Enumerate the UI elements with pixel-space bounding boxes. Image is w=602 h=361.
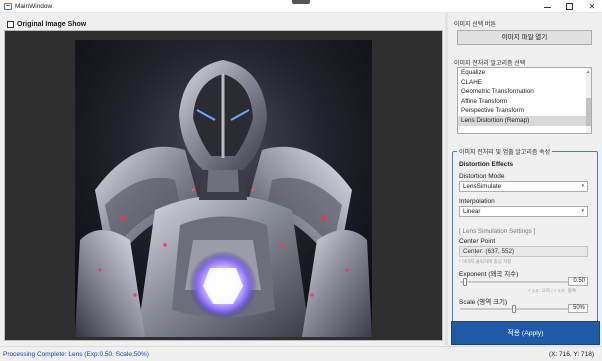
exponent-hint: < 1.0 : 오목 | > 1.0 : 볼록 <box>528 288 576 293</box>
properties-group-title: 이미지 전처리 및 업출 알고리즘 속성 <box>457 147 553 156</box>
scale-spinbox[interactable]: 50% <box>568 304 588 313</box>
minimize-button[interactable] <box>538 1 558 12</box>
distortion-mode-label: Distortion Mode <box>459 173 505 180</box>
lens-settings-title: [ Lens Simulation Settings ] <box>459 228 536 235</box>
distortion-section-title: Distortion Effects <box>459 161 514 168</box>
status-bar: Processing Complete: Lens (Exp:0.50, Sca… <box>0 346 602 361</box>
chevron-down-icon: ▾ <box>581 208 584 214</box>
maximize-button[interactable] <box>560 1 580 12</box>
image-select-group-title: 이미지 선택 버튼 <box>454 22 496 28</box>
interpolation-value: Linear <box>463 208 481 215</box>
scroll-up-icon[interactable]: ▲ <box>586 69 590 74</box>
algorithm-group-title: 이미지 전처리 알고리즘 선택 <box>454 61 526 67</box>
control-panel: 이미지 선택 버튼 이미지 파일 열기 이미지 전처리 알고리즘 선택 Equa… <box>450 15 600 345</box>
app-window-icon <box>4 3 12 10</box>
cursor-coordinates: (X: 716, Y: 718) <box>548 351 594 358</box>
list-item[interactable]: Geometric Transformation <box>458 87 591 97</box>
robot-image <box>75 40 372 337</box>
distortion-mode-select[interactable]: LensSimulate ▾ <box>459 181 588 192</box>
center-point-field: Center: (637, 552) <box>459 246 588 257</box>
algorithm-list[interactable]: Equalize CLAHE Geometric Transformation … <box>457 67 592 134</box>
scale-slider-handle[interactable] <box>512 305 516 313</box>
checkbox-box[interactable] <box>7 20 14 28</box>
center-point-label: Center Point <box>459 238 496 245</box>
list-item[interactable]: Perspective Transform <box>458 106 591 116</box>
panel-splitter[interactable] <box>445 13 448 345</box>
image-view-panel: Original Image Show <box>4 15 444 344</box>
processed-image[interactable] <box>75 40 372 337</box>
distortion-mode-value: LensSimulate <box>463 183 502 190</box>
open-image-button[interactable]: 이미지 파일 열기 <box>457 30 592 45</box>
maximize-icon <box>566 3 573 10</box>
list-item[interactable]: CLAHE <box>458 78 591 88</box>
exponent-slider-handle[interactable] <box>463 278 468 286</box>
exponent-spinbox[interactable]: 0.50 <box>568 277 588 286</box>
close-icon: ✕ <box>588 2 596 11</box>
list-item-selected[interactable]: Lens Distortion (Remap) <box>458 115 591 126</box>
interpolation-label: Interpolation <box>459 198 495 205</box>
minimize-icon <box>544 7 551 8</box>
drag-grip[interactable] <box>292 0 310 4</box>
list-item[interactable]: Affine Transform <box>458 97 591 107</box>
scale-label: Scale (영역 크기) <box>459 299 508 306</box>
title-bar: MainWindow ✕ <box>0 0 602 13</box>
list-scroll-thumb[interactable] <box>586 98 591 126</box>
status-message: Processing Complete: Lens (Exp:0.50, Sca… <box>3 351 149 358</box>
interpolation-select[interactable]: Linear ▾ <box>459 206 588 217</box>
apply-button[interactable]: 적용 (Apply) <box>451 321 600 345</box>
list-scrollbar[interactable]: ▲ <box>586 68 591 133</box>
list-item[interactable]: Equalize <box>458 68 591 78</box>
chevron-down-icon: ▾ <box>581 183 584 189</box>
center-point-hint: * 이미지 클릭하여 중심 지정 <box>459 259 512 264</box>
original-image-checkbox[interactable]: Original Image Show <box>7 19 86 29</box>
exponent-label: Exponent (왜곡 지수) <box>459 271 519 278</box>
window-title: MainWindow <box>15 3 53 10</box>
image-display-area[interactable] <box>4 30 443 341</box>
close-button[interactable]: ✕ <box>582 1 602 12</box>
checkbox-label: Original Image Show <box>17 20 87 28</box>
exponent-slider-track[interactable] <box>460 281 568 283</box>
